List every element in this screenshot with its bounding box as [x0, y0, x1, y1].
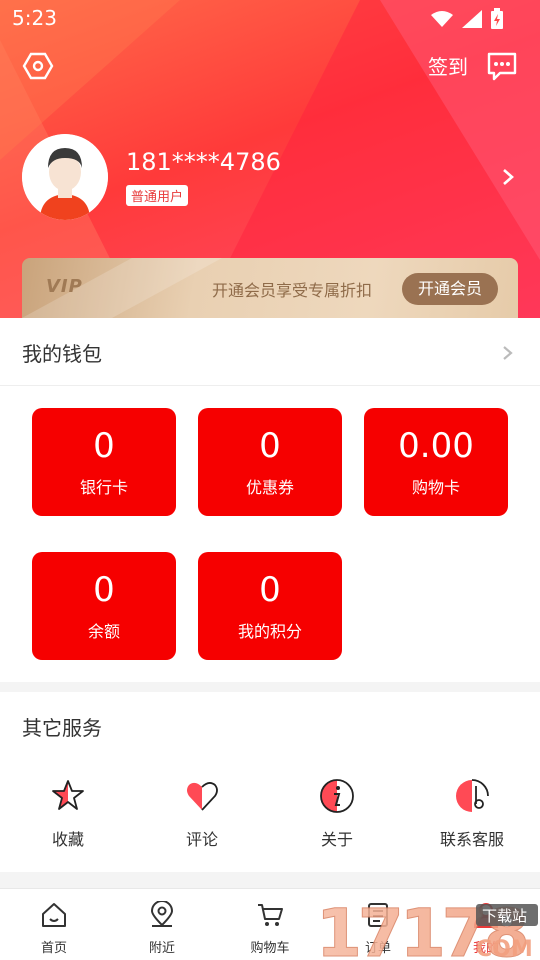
wallet-card-label: 余额 [87, 622, 120, 641]
battery-icon [491, 8, 503, 29]
wallet-card-value: 0 [93, 570, 115, 610]
tab-label: 首页 [40, 941, 67, 956]
wifi-icon [431, 11, 453, 27]
star-icon [52, 780, 84, 810]
tab-label: 购物车 [250, 941, 290, 956]
wallet-card-balance[interactable]: 0 余额 [32, 552, 176, 660]
status-icons [430, 8, 504, 30]
user-level-badge: 普通用户 [126, 185, 189, 206]
tab-cart[interactable]: 购物车 [230, 901, 310, 956]
service-label: 收藏 [51, 830, 84, 849]
service-label: 关于 [320, 830, 353, 849]
message-icon[interactable] [486, 50, 518, 82]
top-bar: 签到 [0, 44, 540, 88]
wallet-card-points[interactable]: 0 我的积分 [198, 552, 342, 660]
wallet-card-label: 优惠券 [245, 478, 294, 497]
watermark-sub: 下载站 [482, 907, 527, 925]
tab-home[interactable]: 首页 [14, 901, 94, 956]
profile-header: 5:23 签到 181****4786 普通用户 VIP 开通会员享受专属折扣 … [0, 0, 540, 318]
watermark-suffix: COM [476, 937, 533, 960]
wallet-card-value: 0 [259, 570, 281, 610]
wallet-card-label: 购物卡 [411, 478, 460, 497]
service-about[interactable]: 关于 [287, 778, 387, 850]
heart-icon [187, 782, 218, 811]
tab-nearby[interactable]: 附近 [122, 900, 202, 956]
avatar-image [22, 134, 108, 220]
tab-label: 附近 [148, 941, 175, 956]
user-phone: 181****4786 [126, 148, 281, 176]
status-time: 5:23 [12, 6, 57, 30]
service-customer-support[interactable]: 联系客服 [422, 778, 522, 850]
info-icon [320, 779, 354, 813]
other-services-section: 其它服务 收藏 评论 关于 联系客服 [0, 692, 540, 872]
wallet-section: 我的钱包 0 银行卡 0 优惠券 0.00 购物卡 0 余额 0 我的积分 [0, 318, 540, 682]
wallet-card-value: 0 [93, 426, 115, 466]
vip-description: 开通会员享受专属折扣 [212, 281, 373, 300]
watermark-logo: 17178 下载站 COM [316, 898, 538, 960]
headset-icon [456, 779, 489, 812]
vip-logo: VIP [46, 276, 83, 297]
wallet-card-label: 我的积分 [237, 622, 302, 641]
wallet-card-bank[interactable]: 0 银行卡 [32, 408, 176, 516]
service-label: 联系客服 [439, 830, 504, 849]
location-icon [150, 900, 174, 927]
wallet-card-value: 0.00 [398, 426, 474, 466]
open-membership-button[interactable]: 开通会员 [402, 273, 498, 305]
wallet-card-coupon[interactable]: 0 优惠券 [198, 408, 342, 516]
chevron-right-icon [503, 346, 513, 360]
signal-icon [462, 10, 482, 28]
service-favorites[interactable]: 收藏 [18, 778, 118, 850]
avatar[interactable] [22, 134, 108, 220]
services-title: 其它服务 [22, 716, 102, 740]
service-label: 评论 [185, 830, 218, 849]
checkin-button[interactable]: 签到 [428, 51, 468, 80]
status-bar: 5:23 [0, 0, 540, 36]
home-icon [42, 903, 66, 927]
wallet-title: 我的钱包 [22, 342, 102, 366]
service-comments[interactable]: 评论 [152, 778, 252, 850]
wallet-card-value: 0 [259, 426, 281, 466]
chevron-right-icon[interactable] [498, 164, 518, 190]
cart-icon [258, 904, 283, 926]
wallet-card-label: 银行卡 [79, 478, 128, 497]
settings-icon[interactable] [22, 50, 54, 82]
wallet-card-shopping[interactable]: 0.00 购物卡 [364, 408, 508, 516]
wallet-header-row[interactable]: 我的钱包 [0, 318, 540, 386]
vip-banner[interactable]: VIP 开通会员享受专属折扣 开通会员 [22, 258, 518, 318]
